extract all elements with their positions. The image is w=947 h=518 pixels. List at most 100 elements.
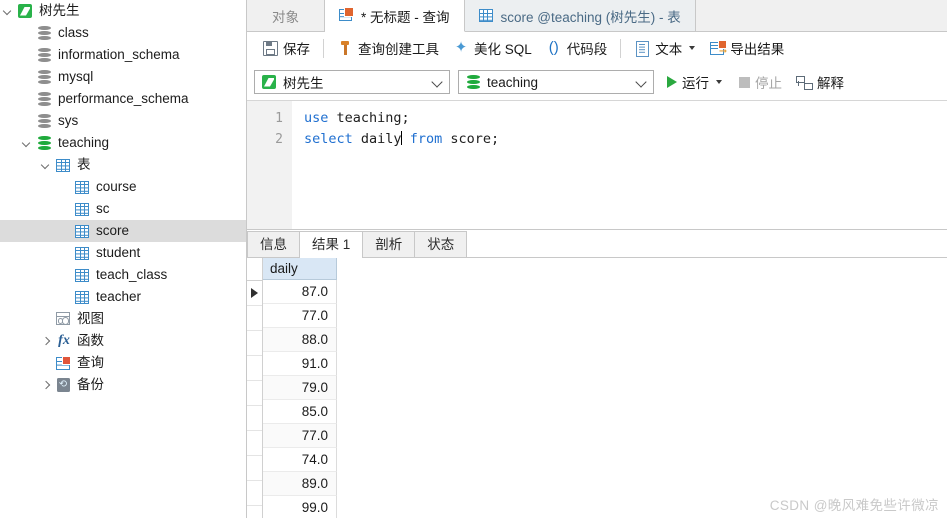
- tree-item-表[interactable]: 表: [0, 154, 246, 176]
- row-selector[interactable]: [247, 356, 262, 381]
- chevron-down-icon[interactable]: [38, 154, 54, 176]
- beautify-sql-button[interactable]: ✦ 美化 SQL: [446, 35, 539, 61]
- tree-item-student[interactable]: student: [0, 242, 246, 264]
- table-cell[interactable]: 88.0: [263, 328, 337, 352]
- chevron-down-icon-2[interactable]: [635, 76, 647, 88]
- table-cell[interactable]: 79.0: [263, 376, 337, 400]
- code-segment-button[interactable]: () 代码段: [539, 35, 615, 61]
- tab-objects-label: 对象: [272, 9, 299, 25]
- tree-item-class[interactable]: class: [0, 22, 246, 44]
- text-button[interactable]: 文本: [627, 35, 702, 61]
- tree-item-label: performance_schema: [58, 91, 189, 106]
- result-tab-2[interactable]: 剖析: [362, 231, 416, 257]
- tree-item-teacher[interactable]: teacher: [0, 286, 246, 308]
- row-selector[interactable]: [247, 481, 262, 506]
- tree-item-备份[interactable]: 备份: [0, 374, 246, 396]
- table-cell[interactable]: 99.0: [263, 496, 337, 518]
- tab-objects[interactable]: 对象: [247, 0, 325, 31]
- database-icon: [35, 22, 55, 44]
- tree-item-sys[interactable]: sys: [0, 110, 246, 132]
- connection-icon: [261, 74, 277, 90]
- sql-code-area[interactable]: use teaching; select daily from score;: [292, 101, 947, 229]
- table-icon: [73, 242, 93, 264]
- code-line[interactable]: use teaching;: [304, 108, 947, 129]
- query-toolbar[interactable]: 保存 查询创建工具 ✦ 美化 SQL () 代码段 文本 ➞ 导出结果: [247, 32, 947, 64]
- database-select-value: teaching: [487, 74, 539, 90]
- code-line[interactable]: select daily from score;: [304, 129, 947, 150]
- chevron-down-icon[interactable]: [431, 76, 443, 88]
- run-dropdown-chevron-icon[interactable]: [716, 80, 722, 84]
- tree-item-函数[interactable]: fx 函数: [0, 330, 246, 352]
- window-tab-strip[interactable]: 对象 * 无标题 - 查询 score @teaching (树先生) - 表: [247, 0, 947, 32]
- play-icon: [667, 76, 677, 88]
- row-selector[interactable]: [247, 331, 262, 356]
- table-cell[interactable]: 74.0: [263, 448, 337, 472]
- chevron-down-icon[interactable]: [689, 46, 696, 50]
- sql-editor[interactable]: 12 use teaching; select daily from score;: [247, 100, 947, 229]
- tree-item-performance_schema[interactable]: performance_schema: [0, 88, 246, 110]
- tree-item-查询[interactable]: 查询: [0, 352, 246, 374]
- connection-selector-bar[interactable]: 树先生 teaching 运行 停止 解释: [247, 64, 947, 100]
- tree-item-course[interactable]: course: [0, 176, 246, 198]
- object-tree-sidebar[interactable]: 树先生 class information_schema mysql performan…: [0, 0, 247, 518]
- tab-untitled-query[interactable]: * 无标题 - 查询: [325, 0, 465, 32]
- row-header-gutter[interactable]: [247, 258, 263, 518]
- chevron-down-icon[interactable]: [0, 0, 16, 22]
- tree-item-label: course: [96, 179, 137, 194]
- row-selector[interactable]: [247, 431, 262, 456]
- export-icon: ➞: [709, 40, 728, 57]
- tab-score-table[interactable]: score @teaching (树先生) - 表: [464, 0, 696, 31]
- table-cell[interactable]: 77.0: [263, 304, 337, 328]
- connection-icon: [16, 0, 36, 22]
- row-selector[interactable]: [247, 506, 262, 518]
- result-grid[interactable]: daily 87.0 77.0 88.0 91.0 79.0 85.0 77.0 74.0 89.…: [247, 258, 947, 518]
- tree-item-sc[interactable]: sc: [0, 198, 246, 220]
- save-button[interactable]: 保存: [255, 35, 317, 61]
- current-row-indicator: [251, 288, 258, 298]
- tree-item-label: class: [58, 25, 89, 40]
- result-tab-3[interactable]: 状态: [414, 231, 468, 257]
- database-select[interactable]: teaching: [458, 70, 654, 94]
- row-selector[interactable]: [247, 306, 262, 331]
- sparkle-icon: ✦: [454, 39, 468, 56]
- table-cell[interactable]: 89.0: [263, 472, 337, 496]
- table-cell[interactable]: 77.0: [263, 424, 337, 448]
- line-number: 2: [275, 132, 283, 147]
- chevron-right-icon[interactable]: [38, 330, 54, 352]
- column-header[interactable]: daily: [263, 258, 337, 280]
- row-selector[interactable]: [247, 281, 262, 306]
- results-panel: 信息 结果 1 剖析 状态 daily 87.0 77.0 88.0 91.0 79.0 85.0…: [247, 229, 947, 518]
- tree-item-视图[interactable]: 视图: [0, 308, 246, 330]
- row-selector[interactable]: [247, 456, 262, 481]
- run-button[interactable]: 运行: [664, 70, 725, 94]
- tree-item-树先生[interactable]: 树先生: [0, 0, 246, 22]
- query-builder-button[interactable]: 查询创建工具: [330, 35, 446, 61]
- result-column: daily 87.0 77.0 88.0 91.0 79.0 85.0 77.0 74.0 89.…: [263, 258, 337, 518]
- line-number-gutter: 12: [247, 101, 292, 229]
- tree-item-label: 表: [77, 157, 91, 172]
- row-selector[interactable]: [247, 381, 262, 406]
- export-result-button[interactable]: ➞ 导出结果: [702, 35, 791, 61]
- tree-item-teaching[interactable]: teaching: [0, 132, 246, 154]
- table-cell[interactable]: 85.0: [263, 400, 337, 424]
- chevron-down-icon[interactable]: [19, 132, 35, 154]
- connection-select[interactable]: 树先生: [254, 70, 450, 94]
- document-icon: [634, 40, 650, 57]
- tree-item-information_schema[interactable]: information_schema: [0, 44, 246, 66]
- tree-item-mysql[interactable]: mysql: [0, 66, 246, 88]
- table-cell[interactable]: 87.0: [263, 280, 337, 304]
- query-icon: [54, 352, 74, 374]
- chevron-right-icon[interactable]: [38, 374, 54, 396]
- query-builder-label: 查询创建工具: [358, 42, 439, 57]
- explain-button[interactable]: 解释: [796, 72, 844, 92]
- result-tab-1[interactable]: 结果 1: [299, 231, 364, 258]
- row-gutter-header: [247, 258, 262, 281]
- table-cell[interactable]: 91.0: [263, 352, 337, 376]
- result-tab-0[interactable]: 信息: [247, 231, 300, 257]
- row-selector[interactable]: [247, 406, 262, 431]
- result-tab-bar[interactable]: 信息 结果 1 剖析 状态: [247, 230, 947, 258]
- tree-item-teach_class[interactable]: teach_class: [0, 264, 246, 286]
- tree-item-score[interactable]: score: [0, 220, 246, 242]
